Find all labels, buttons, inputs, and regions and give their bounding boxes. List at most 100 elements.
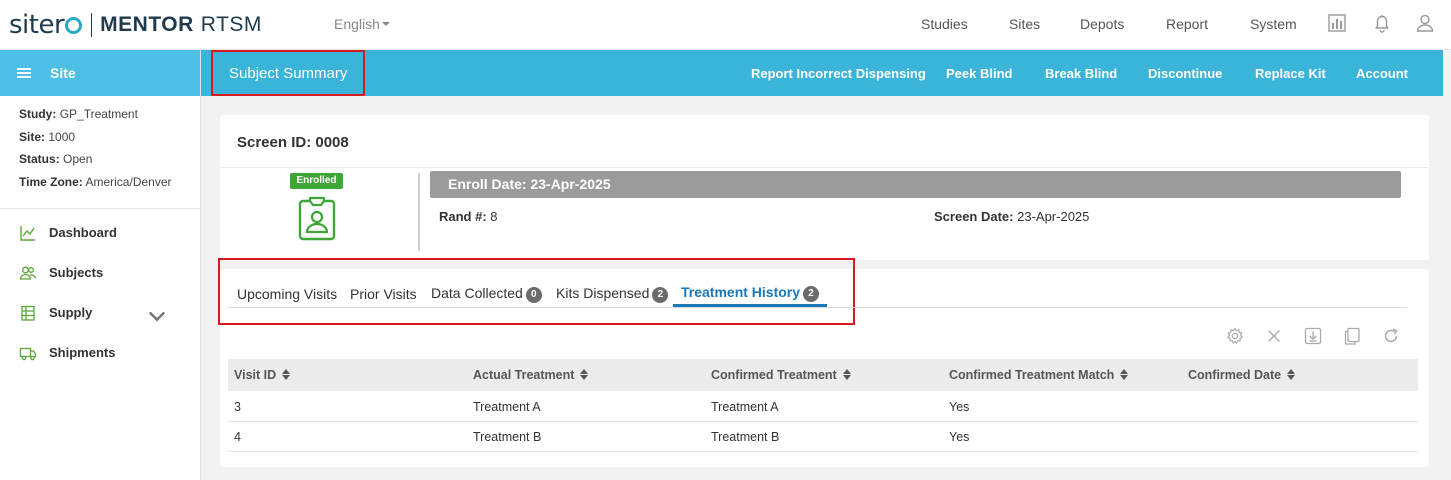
report-incorrect-dispensing-button[interactable]: Report Incorrect Dispensing: [751, 66, 926, 81]
nav-system[interactable]: System: [1250, 16, 1297, 32]
app-logo[interactable]: sitersitero MENTOR RTSM: [9, 9, 262, 41]
reports-icon[interactable]: [1326, 12, 1348, 34]
nav-studies[interactable]: Studies: [921, 16, 968, 32]
break-blind-button[interactable]: Break Blind: [1045, 66, 1117, 81]
table-row[interactable]: 3 Treatment A Treatment A Yes: [228, 392, 1418, 422]
bell-icon[interactable]: [1371, 12, 1393, 34]
vertical-divider: [418, 173, 420, 251]
sidebar-item-shipments[interactable]: Shipments: [0, 333, 200, 373]
cell-actual-treatment: Treatment B: [473, 430, 542, 444]
user-icon[interactable]: [1414, 12, 1436, 34]
peek-blind-button[interactable]: Peek Blind: [946, 66, 1012, 81]
language-select[interactable]: English: [334, 16, 390, 32]
sidebar-item-label: Subjects: [49, 265, 104, 281]
sidebar-title: Site: [50, 65, 76, 81]
count-badge: 2: [652, 287, 669, 303]
sidebar: Site Study: GP_Treatment Site: 1000 Stat…: [0, 50, 201, 480]
info-value: 1000: [48, 129, 76, 144]
sort-icon: [282, 369, 291, 380]
sidebar-header: Site: [0, 50, 200, 96]
rand-number: Rand #: 8: [439, 209, 498, 224]
caret-down-icon: [381, 22, 390, 26]
cell-confirmed-treatment: Treatment B: [711, 430, 780, 444]
discontinue-button[interactable]: Discontinue: [1148, 66, 1222, 81]
nav-report[interactable]: Report: [1166, 16, 1208, 32]
subheader-bar: Subject Summary Report Incorrect Dispens…: [201, 50, 1443, 96]
sidebar-item-label: Dashboard: [49, 225, 117, 241]
chevron-down-icon[interactable]: [148, 308, 166, 326]
info-study: Study: GP_Treatment: [19, 107, 200, 130]
column-header-label: Confirmed Treatment Match: [949, 368, 1115, 382]
logo-product-bold: MENTOR: [100, 13, 194, 36]
tab-kits-dispensed[interactable]: Kits Dispensed 2: [556, 285, 669, 303]
truck-icon: [19, 347, 37, 360]
nav-sites[interactable]: Sites: [1009, 16, 1040, 32]
sort-icon: [1120, 369, 1129, 380]
cell-actual-treatment: Treatment A: [473, 400, 541, 414]
clipboard-user-icon: [298, 196, 336, 241]
cell-confirmed-treatment-match: Yes: [949, 430, 970, 444]
language-label: English: [334, 16, 380, 32]
tab-upcoming-visits[interactable]: Upcoming Visits: [237, 286, 337, 302]
info-label: Status:: [19, 152, 60, 167]
subject-panel: Screen ID: 0008 Enrolled Enroll Date: 23…: [220, 115, 1429, 260]
cell-confirmed-treatment-match: Yes: [949, 400, 970, 414]
sidebar-menu: Dashboard Subjects Supply Shipments: [0, 209, 200, 373]
account-button[interactable]: Account: [1356, 66, 1408, 81]
sidebar-item-supply[interactable]: Supply: [0, 293, 200, 333]
info-value: America/Denver: [85, 175, 172, 190]
info-time-zone: Time Zone: America/Denver: [19, 175, 200, 198]
refresh-icon[interactable]: [1381, 326, 1401, 346]
settings-icon[interactable]: [1225, 326, 1245, 346]
enroll-date-bar: Enroll Date: 23-Apr-2025: [430, 171, 1401, 198]
info-label: Site:: [19, 129, 46, 144]
tabs-divider: [228, 307, 1407, 308]
info-label: Study:: [19, 107, 57, 121]
sidebar-item-dashboard[interactable]: Dashboard: [0, 213, 200, 253]
users-icon: [19, 266, 37, 280]
screen-date-value: 23-Apr-2025: [1017, 209, 1090, 224]
count-badge: 2: [803, 286, 820, 302]
tab-data-collected[interactable]: Data Collected 0: [431, 285, 542, 303]
column-header-label: Confirmed Date: [1188, 368, 1282, 382]
tab-treatment-history[interactable]: Treatment History 2: [681, 284, 820, 302]
column-header-confirmed-treatment[interactable]: Confirmed Treatment: [711, 368, 851, 382]
column-header-label: Visit ID: [234, 368, 277, 382]
tab-prior-visits[interactable]: Prior Visits: [350, 286, 417, 302]
column-header-confirmed-treatment-match[interactable]: Confirmed Treatment Match: [949, 368, 1129, 382]
column-header-actual-treatment[interactable]: Actual Treatment: [473, 368, 589, 382]
copy-icon[interactable]: [1342, 326, 1362, 346]
tab-label: Kits Dispensed: [556, 285, 650, 301]
top-bar: sitersitero MENTOR RTSM English Studies …: [0, 0, 1451, 50]
rand-label: Rand #:: [439, 209, 487, 224]
chart-icon: [20, 225, 35, 241]
replace-kit-button[interactable]: Replace Kit: [1255, 66, 1326, 81]
screen-date-label: Screen Date:: [934, 209, 1014, 224]
count-badge: 0: [525, 287, 542, 303]
hamburger-menu-icon[interactable]: [17, 66, 31, 80]
tab-label: Treatment History: [681, 284, 801, 300]
column-header-label: Confirmed Treatment: [711, 368, 837, 382]
logo-separator: [91, 13, 93, 37]
sidebar-item-subjects[interactable]: Subjects: [0, 253, 200, 293]
cell-visit-id: 3: [234, 400, 241, 414]
info-site: Site: 1000: [19, 130, 200, 153]
site-info: Study: GP_Treatment Site: 1000 Status: O…: [0, 96, 200, 209]
clear-icon[interactable]: [1264, 326, 1284, 346]
column-header-label: Actual Treatment: [473, 368, 575, 382]
column-header-visit-id[interactable]: Visit ID: [234, 368, 291, 382]
sidebar-item-label: Shipments: [49, 345, 116, 361]
page-title: Subject Summary: [211, 50, 365, 96]
info-label: Time Zone:: [19, 175, 83, 190]
table-header: Visit ID Actual Treatment Confirmed Trea…: [228, 359, 1418, 391]
supply-icon: [21, 305, 35, 321]
info-value: GP_Treatment: [59, 107, 138, 121]
column-header-confirmed-date[interactable]: Confirmed Date: [1188, 368, 1296, 382]
info-status: Status: Open: [19, 152, 200, 175]
nav-depots[interactable]: Depots: [1080, 16, 1124, 32]
download-icon[interactable]: [1303, 326, 1323, 346]
active-tab-indicator: [673, 304, 827, 307]
logo-brand: sitersitero: [9, 10, 83, 40]
table-row[interactable]: 4 Treatment B Treatment B Yes: [228, 422, 1418, 452]
logo-product: RTSM: [200, 13, 262, 36]
